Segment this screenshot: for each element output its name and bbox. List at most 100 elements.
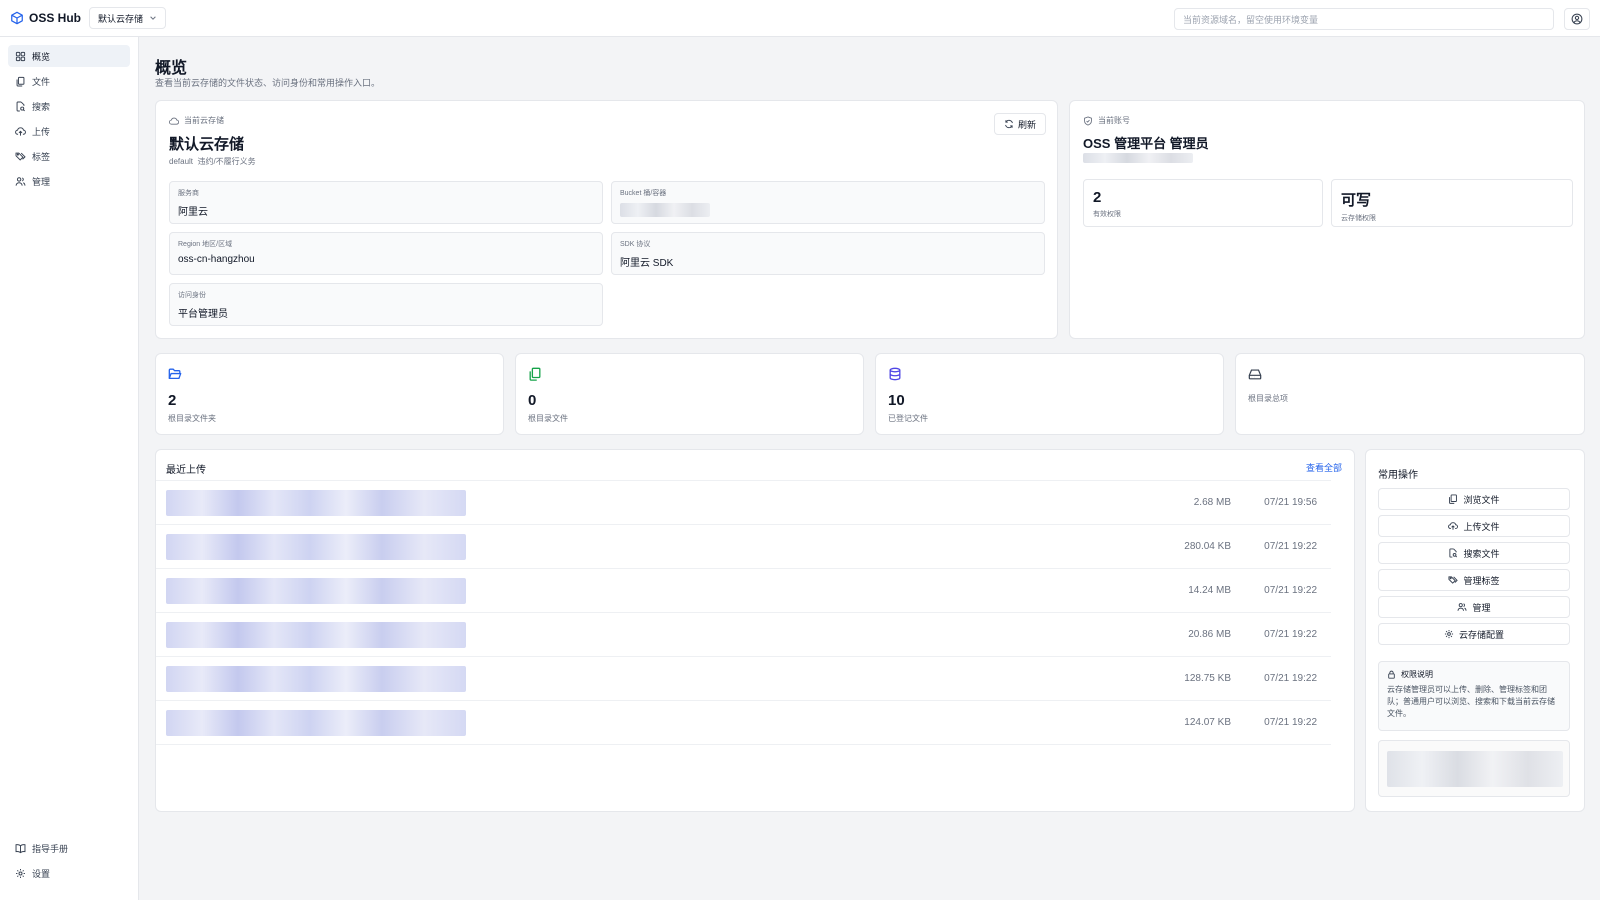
field-identity: 访问身份 平台管理员 [169,283,603,326]
field-value: 阿里云 [178,207,208,218]
file-name-redacted [166,534,466,560]
metric-label: 已登记文件 [888,414,928,423]
tags-icon [15,151,26,162]
sidebar-item-settings[interactable]: 设置 [8,862,130,884]
metric-value: 0 [528,392,537,409]
field-value: 平台管理员 [178,309,228,320]
file-name-redacted [166,710,466,736]
sidebar-item-guide[interactable]: 指导手册 [8,837,130,859]
gear-icon [1444,629,1454,639]
field-label: Region 地区/区域 [178,241,233,248]
brand[interactable]: OSS Hub [10,11,81,25]
files-icon [1448,494,1458,504]
search-input[interactable]: 当前资源域名，留空使用环境变量 [1174,8,1554,30]
recent-uploads-title: 最近上传 [166,465,206,476]
file-search-icon [1448,548,1458,558]
grid-icon [15,51,26,62]
sidebar-item-label: 管理 [32,176,51,187]
metric-label: 根目录文件 [528,414,568,423]
table-row[interactable]: 2.68 MB 07/21 19:56 [156,481,1331,525]
action-label: 浏览文件 [1463,494,1500,505]
permission-note: 权限说明 云存储管理员可以上传、删除、管理标签和团队；普通用户可以浏览、搜索和下… [1378,661,1570,731]
sidebar: 概览 文件 搜索 上传 标签 管理 指导手册 设置 [0,37,139,900]
view-all-link[interactable]: 查看全部 [1306,461,1342,474]
field-sdk: SDK 协议 阿里云 SDK [611,232,1045,275]
files-icon [15,76,26,87]
file-search-icon [15,101,26,112]
storage-config-button[interactable]: 云存储配置 [1378,623,1570,645]
search-files-button[interactable]: 搜索文件 [1378,542,1570,564]
metric-label: 根目录总项 [1248,394,1288,403]
quick-actions-title: 常用操作 [1378,470,1418,481]
sidebar-item-upload[interactable]: 上传 [8,120,130,142]
metric-label: 根目录文件夹 [168,414,216,423]
account-button[interactable] [1564,8,1590,30]
stat-permissions: 2 有效权限 [1083,179,1323,227]
recent-uploads-card: 最近上传 查看全部 2.68 MB 07/21 19:56 280.04 KB … [155,449,1355,812]
stat-value: 2 [1093,189,1102,206]
storage-subtitle: default 违约/不履行义务 [169,157,256,166]
field-label: SDK 协议 [620,241,651,248]
file-name-redacted [166,490,466,516]
sidebar-item-tags[interactable]: 标签 [8,145,130,167]
table-row[interactable]: 128.75 KB 07/21 19:22 [156,657,1331,701]
browse-files-button[interactable]: 浏览文件 [1378,488,1570,510]
sidebar-item-files[interactable]: 文件 [8,70,130,92]
file-size: 124.07 KB [1184,717,1231,728]
table-row[interactable]: 280.04 KB 07/21 19:22 [156,525,1331,569]
sidebar-item-label: 标签 [32,151,51,162]
metric-value: 2 [168,392,177,409]
permission-text: 云存储管理员可以上传、删除、管理标签和团队；普通用户可以浏览、搜索和下载当前云存… [1387,685,1555,718]
field-label: Bucket 桶/容器 [620,190,667,197]
shield-icon [1083,115,1093,126]
account-caption-text: 当前账号 [1098,116,1130,125]
field-value: oss-cn-hangzhou [178,254,255,265]
sidebar-item-label: 指导手册 [32,843,69,854]
user-circle-icon [1571,13,1583,25]
field-label: 服务商 [178,190,199,197]
database-icon [888,367,902,381]
upload-files-button[interactable]: 上传文件 [1378,515,1570,537]
action-label: 管理 [1472,602,1491,613]
sidebar-item-search[interactable]: 搜索 [8,95,130,117]
sidebar-item-overview[interactable]: 概览 [8,45,130,67]
folder-open-icon [168,367,182,381]
upload-time: 07/21 19:22 [1264,673,1317,684]
stat-value: 可写 [1341,192,1372,209]
storage-caption-text: 当前云存储 [184,116,224,125]
lock-icon [1387,670,1396,679]
file-size: 2.68 MB [1193,497,1231,508]
brand-name: OSS Hub [29,11,82,25]
table-row[interactable]: 20.86 MB 07/21 19:22 [156,613,1331,657]
sidebar-item-label: 概览 [32,51,51,62]
action-label: 上传文件 [1463,521,1500,532]
file-name-redacted [166,666,466,692]
field-label: 访问身份 [178,292,206,299]
stat-label: 云存储权限 [1341,215,1376,222]
manage-button[interactable]: 管理 [1378,596,1570,618]
page-description: 查看当前云存储的文件状态、访问身份和常用操作入口。 [155,78,381,88]
sidebar-item-manage[interactable]: 管理 [8,170,130,192]
field-value: 阿里云 SDK [620,258,674,269]
storage-card: 当前云存储 默认云存储 default 违约/不履行义务 刷新 服务商 阿里云 … [155,100,1058,339]
file-name-redacted [166,622,466,648]
table-row[interactable]: 124.07 KB 07/21 19:22 [156,701,1331,745]
file-size: 280.04 KB [1184,541,1231,552]
storage-selector[interactable]: 默认云存储 [89,7,167,29]
table-row[interactable]: 14.24 MB 07/21 19:22 [156,569,1331,613]
file-name-redacted [166,578,466,604]
refresh-button[interactable]: 刷新 [994,113,1046,135]
metric-root-files: 0 根目录文件 [515,353,864,435]
cloud-upload-icon [1448,521,1459,531]
sidebar-item-label: 上传 [32,126,51,137]
manage-tags-button[interactable]: 管理标签 [1378,569,1570,591]
search-placeholder: 当前资源域名，留空使用环境变量 [1183,14,1319,25]
file-size: 20.86 MB [1188,629,1231,640]
quick-actions-card: 常用操作 浏览文件 上传文件 搜索文件 管理标签 管理 云存储配置 权限说明 云… [1365,449,1585,812]
account-name: OSS 管理平台 管理员 [1083,136,1209,151]
metric-value: 10 [888,392,905,409]
upload-time: 07/21 19:22 [1264,717,1317,728]
storage-caption: 当前云存储 [169,115,224,126]
hard-drive-icon [1248,367,1262,381]
top-bar: OSS Hub 默认云存储 当前资源域名，留空使用环境变量 [0,0,1600,37]
